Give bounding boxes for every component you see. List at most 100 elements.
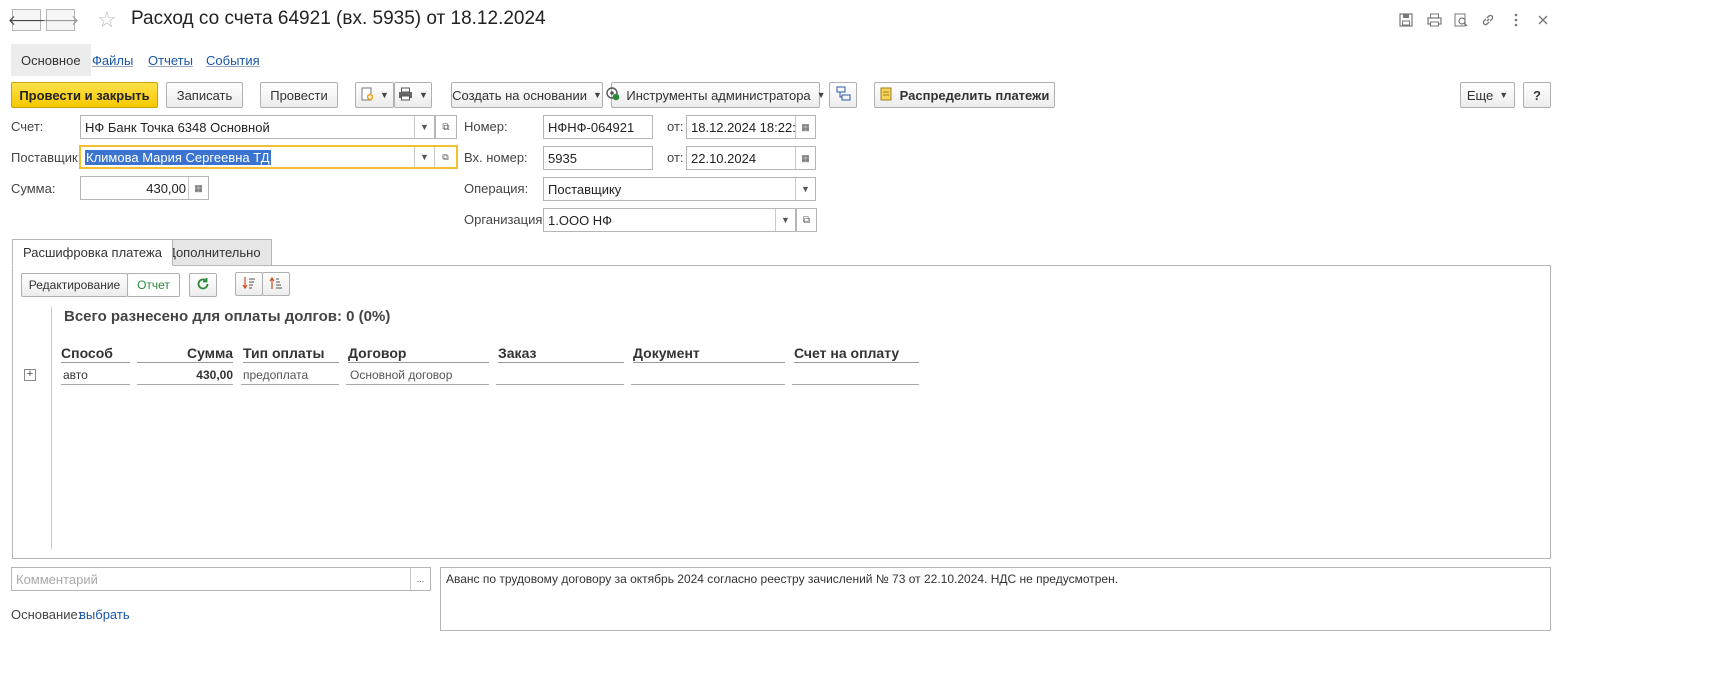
tab-files[interactable]: Файлы xyxy=(82,44,143,76)
basis-label: Основание: xyxy=(11,607,82,622)
row-invoice xyxy=(792,368,919,385)
print-menu-button[interactable]: ▼ xyxy=(394,82,432,108)
chevron-down-icon: ▼ xyxy=(419,90,428,100)
sort-descending-icon xyxy=(242,276,256,293)
open-organization-icon[interactable]: ⧉ xyxy=(796,208,817,232)
column-header-method: Способ xyxy=(61,345,130,363)
tree-guide-line xyxy=(51,307,52,549)
date-value: 18.12.2024 18:22:56 xyxy=(691,119,811,135)
tab-reports[interactable]: Отчеты xyxy=(138,44,203,76)
structure-icon xyxy=(836,86,851,104)
distribute-payments-button[interactable]: Распределить платежи xyxy=(874,82,1055,108)
note-icon xyxy=(880,87,892,104)
post-button[interactable]: Провести xyxy=(260,82,338,108)
operation-select[interactable]: Поставщику ▼ xyxy=(543,177,816,201)
basis-select-link[interactable]: выбрать xyxy=(79,607,130,622)
distribution-summary: Всего разнесено для оплаты долгов: 0 (0%… xyxy=(64,308,391,325)
in-number-field[interactable]: 5935 xyxy=(543,146,653,170)
sum-value: 430,00 xyxy=(146,180,186,196)
sort-descending-button[interactable] xyxy=(235,272,263,296)
refresh-icon xyxy=(196,277,210,294)
number-value: НФНФ-064921 xyxy=(548,119,635,135)
favorite-star-icon[interactable]: ☆ xyxy=(97,7,117,33)
chevron-down-icon: ▼ xyxy=(592,90,602,100)
calendar-icon[interactable]: ▦ xyxy=(795,116,815,138)
row-contract: Основной договор xyxy=(346,368,489,385)
more-vertical-icon[interactable] xyxy=(1506,10,1526,30)
row-pay-type: предоплата xyxy=(241,368,339,385)
column-header-document: Документ xyxy=(633,345,785,363)
more-label: Еще xyxy=(1466,87,1494,103)
in-number-label: Вх. номер: xyxy=(464,150,528,165)
save-button[interactable]: Записать xyxy=(166,82,243,108)
more-button[interactable]: Еще ▼ xyxy=(1460,82,1515,108)
expand-row-icon[interactable]: + xyxy=(24,369,36,381)
number-label: Номер: xyxy=(464,119,508,134)
organization-field[interactable]: 1.ООО НФ ▼ xyxy=(543,208,796,232)
attach-document-button[interactable]: ▼ xyxy=(355,82,394,108)
in-date-field[interactable]: 22.10.2024 ▦ xyxy=(686,146,816,170)
payment-purpose-text[interactable]: Аванс по трудовому договору за октябрь 2… xyxy=(440,567,1551,631)
edit-mode-button[interactable]: Редактирование xyxy=(21,273,128,297)
help-button[interactable]: ? xyxy=(1523,82,1551,108)
comment-placeholder: Комментарий xyxy=(16,571,98,587)
save-icon[interactable] xyxy=(1396,10,1416,30)
column-header-pay-type: Тип оплаты xyxy=(243,345,339,363)
date-from-label: от: xyxy=(667,119,684,134)
organization-value: 1.ООО НФ xyxy=(548,212,613,228)
preview-icon[interactable] xyxy=(1451,10,1471,30)
tab-events[interactable]: События xyxy=(196,44,270,76)
structure-button[interactable] xyxy=(829,82,857,108)
link-icon[interactable] xyxy=(1478,10,1498,30)
admin-tools-button[interactable]: Инструменты администратора ▼ xyxy=(606,82,826,108)
dropdown-arrow-icon[interactable]: ▼ xyxy=(775,209,795,231)
date-field[interactable]: 18.12.2024 18:22:56 ▦ xyxy=(686,115,816,139)
back-button[interactable]: 🡐 xyxy=(8,9,45,31)
arrow-right-icon: 🡒 xyxy=(41,11,80,28)
in-date-value: 22.10.2024 xyxy=(691,150,757,166)
supplier-label: Поставщик: xyxy=(11,150,82,165)
ellipsis-icon[interactable]: ... xyxy=(410,568,430,590)
row-method: авто xyxy=(61,368,130,385)
refresh-button[interactable] xyxy=(189,273,217,297)
organization-label: Организация: xyxy=(464,212,547,227)
column-header-contract: Договор xyxy=(348,345,489,363)
sort-ascending-button[interactable] xyxy=(262,272,290,296)
print-icon[interactable] xyxy=(1424,10,1444,30)
page-title: Расход со счета 64921 (вх. 5935) от 18.1… xyxy=(131,8,546,29)
account-field[interactable]: НФ Банк Точка 6348 Основной ▼ xyxy=(80,115,435,139)
in-number-value: 5935 xyxy=(548,150,577,166)
tab-payment-details[interactable]: Расшифровка платежа xyxy=(12,239,173,266)
document-add-icon xyxy=(360,87,374,104)
column-header-invoice: Счет на оплату xyxy=(794,345,919,363)
dropdown-arrow-icon[interactable]: ▼ xyxy=(795,178,815,200)
open-supplier-icon[interactable]: ⧉ xyxy=(434,147,456,167)
report-mode-button[interactable]: Отчет xyxy=(127,273,180,297)
supplier-field[interactable]: Климова Мария Сергеевна ТД ▼ ⧉ xyxy=(79,145,458,169)
dropdown-arrow-icon[interactable]: ▼ xyxy=(414,116,434,138)
print-icon xyxy=(398,87,413,104)
tab-main[interactable]: Основное xyxy=(11,44,91,76)
account-value: НФ Банк Точка 6348 Основной xyxy=(85,119,270,135)
calculator-icon[interactable]: ▦ xyxy=(188,177,208,199)
sum-field[interactable]: 430,00 ▦ xyxy=(80,176,209,200)
post-and-close-button[interactable]: Провести и закрыть xyxy=(11,82,158,108)
number-field[interactable]: НФНФ-064921 xyxy=(543,115,653,139)
dropdown-arrow-icon[interactable]: ▼ xyxy=(414,147,434,167)
tab-additional[interactable]: Дополнительно xyxy=(156,239,272,266)
calendar-icon[interactable]: ▦ xyxy=(795,147,815,169)
operation-value: Поставщику xyxy=(548,181,622,197)
operation-label: Операция: xyxy=(464,181,529,196)
chevron-down-icon: ▼ xyxy=(1499,90,1509,100)
admin-tools-label: Инструменты администратора xyxy=(626,87,811,103)
open-account-icon[interactable]: ⧉ xyxy=(435,115,457,139)
row-sum: 430,00 xyxy=(137,368,233,385)
chevron-down-icon: ▼ xyxy=(816,90,826,100)
arrow-left-icon: 🡐 xyxy=(7,11,46,28)
sort-ascending-icon xyxy=(269,276,283,293)
comment-input[interactable]: Комментарий ... xyxy=(11,567,431,591)
create-based-on-button[interactable]: Создать на основании ▼ xyxy=(451,82,603,108)
chevron-down-icon: ▼ xyxy=(380,90,389,100)
close-icon[interactable] xyxy=(1533,10,1553,30)
forward-button[interactable]: 🡒 xyxy=(42,9,79,31)
